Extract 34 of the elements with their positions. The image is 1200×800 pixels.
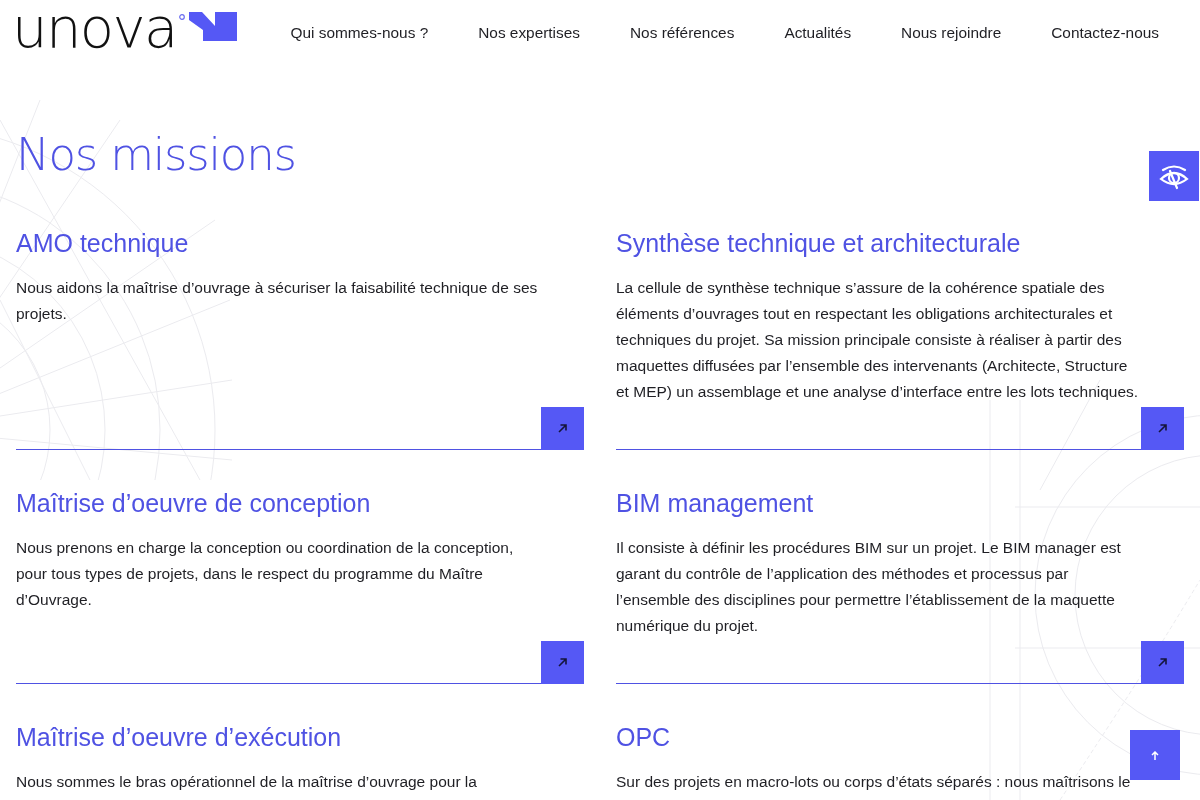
- arrow-icon: [558, 658, 567, 667]
- nav-link[interactable]: Nos expertises: [478, 24, 580, 42]
- nav-link[interactable]: Qui sommes-nous ?: [290, 24, 429, 42]
- scroll-top-button[interactable]: [1130, 730, 1180, 780]
- eye-icon: [1158, 162, 1190, 190]
- mission-description: Nous prenons en charge la conception ou coordination de la conception, pour tous types de projets, dans le respect du programme du Maître d’Ouvrage.: [16, 538, 515, 610]
- nav-link[interactable]: Actualités: [784, 24, 852, 42]
- mission-title: BIM management: [616, 488, 815, 519]
- mission-description: Nous sommes le bras opérationnel de la maîtrise d’ouvrage pour la: [16, 772, 478, 792]
- arrow-link-button[interactable]: [541, 407, 584, 450]
- mission-description: La cellule de synthèse technique s’assure de la cohérence spatiale des éléments d’ouvrages tout en respectant les obligations architecturales et techniques du projet. Sa mission principale consiste à réaliser à partir des maquettes diffusées par l’ensemble des intervenants (Architecte, Structure et MEP) un assemblage et une analyse d’interface entre les lots techniques.: [616, 278, 1140, 402]
- mission-description: Nous aidons la maîtrise d’ouvrage à sécuriser la faisabilité technique de ses projets.: [16, 278, 539, 324]
- page-title: Nos missions: [16, 127, 296, 183]
- nav-link[interactable]: Contactez-nous: [1051, 24, 1159, 42]
- arrow-icon: [1158, 658, 1167, 667]
- mission-description: Il consiste à définir les procédures BIM sur un projet. Le BIM manager est garant du contrôle de l’application des méthodes et processus par l’ensemble des disciplines pour permettre l’établissement de la maquette numérique du projet.: [616, 538, 1122, 636]
- arrow-link-button[interactable]: [1141, 641, 1184, 684]
- logo-mark-icon: [188, 12, 237, 41]
- nav-link[interactable]: Nos références: [630, 24, 735, 42]
- accessibility-button[interactable]: [1149, 151, 1199, 201]
- mission-title: Maîtrise d’oeuvre de conception: [16, 488, 372, 519]
- mission-title: OPC: [616, 722, 672, 753]
- arrow-link-button[interactable]: [1141, 407, 1184, 450]
- mission-title: Maîtrise d’oeuvre d’exécution: [16, 722, 343, 753]
- arrow-icon: [1158, 424, 1167, 433]
- mission-title: AMO technique: [16, 228, 190, 259]
- nav-link[interactable]: Nous rejoindre: [901, 24, 1002, 42]
- mission-title: Synthèse technique et architecturale: [616, 228, 1022, 259]
- arrow-icon: [558, 424, 567, 433]
- logo-text[interactable]: unova: [12, 0, 177, 56]
- mission-description: Sur des projets en macro-lots ou corps d’états séparés : nous maîtrisons le: [616, 772, 1132, 792]
- arrow-up-icon: [1151, 750, 1159, 760]
- arrow-link-button[interactable]: [541, 641, 584, 684]
- registered-mark-icon: [178, 14, 185, 20]
